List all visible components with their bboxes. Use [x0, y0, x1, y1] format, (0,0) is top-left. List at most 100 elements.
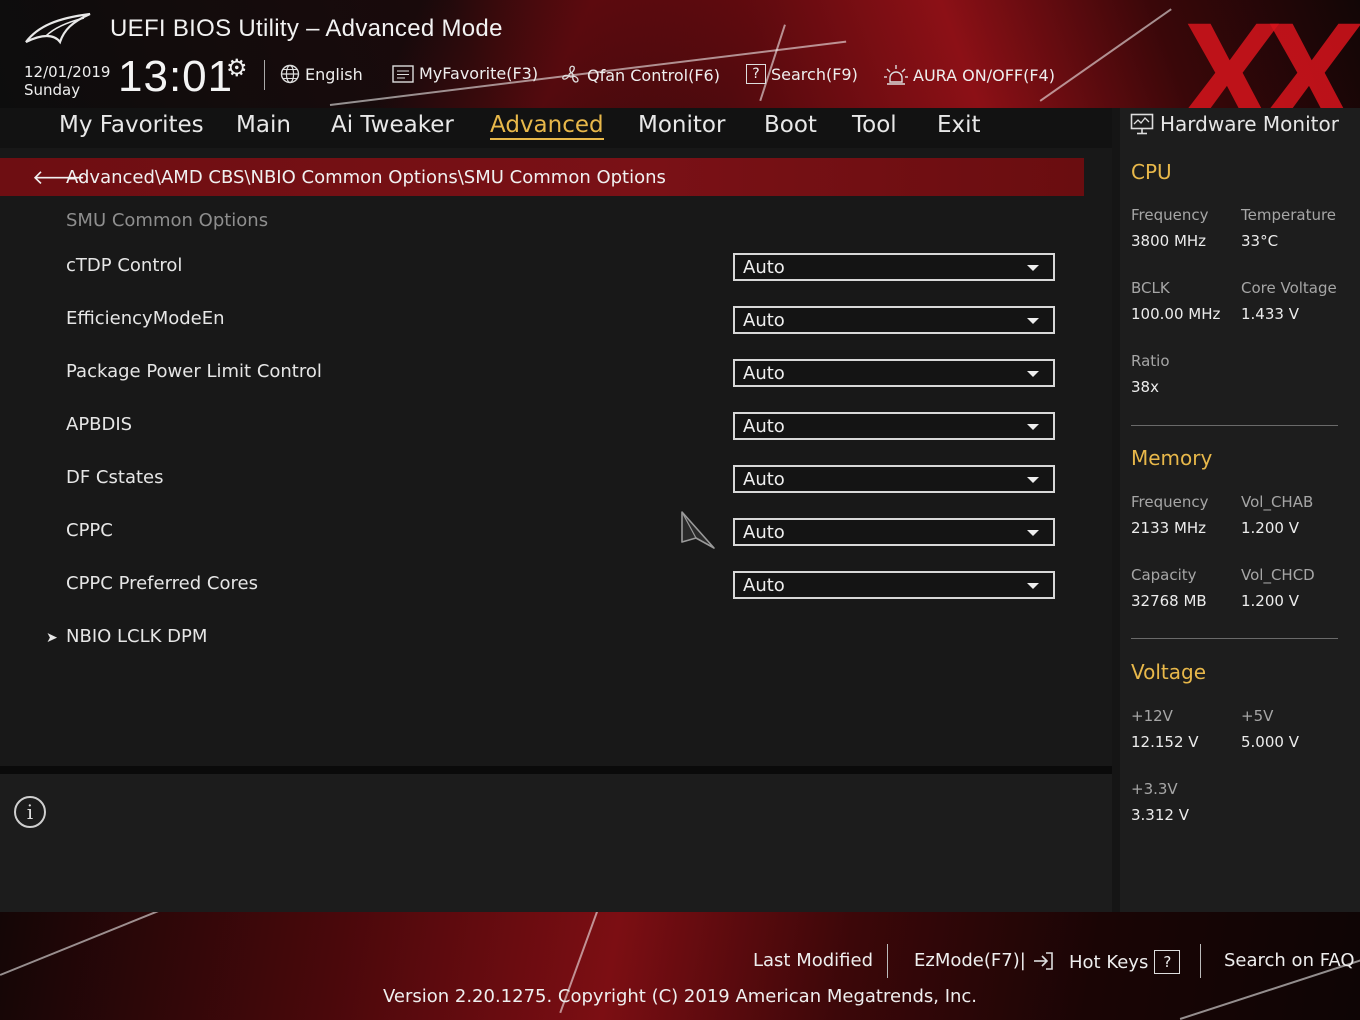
core-voltage-label: Core Voltage — [1241, 279, 1337, 297]
search-on-faq-button[interactable]: Search on FAQ — [1224, 950, 1355, 971]
decor-streak — [759, 24, 786, 101]
search-label: Search(F9) — [771, 64, 858, 84]
monitor-screen-icon — [1130, 113, 1154, 135]
aura-label: AURA ON/OFF(F4) — [913, 65, 1055, 85]
v12-value: 12.152 V — [1131, 733, 1199, 751]
section-title: SMU Common Options — [66, 210, 269, 231]
ratio-value: 38x — [1131, 378, 1159, 396]
setting-label-apbdis: APBDIS — [66, 414, 133, 435]
setting-label-package-power-limit: Package Power Limit Control — [66, 361, 322, 382]
cpu-temperature-label: Temperature — [1241, 206, 1337, 224]
cpu-temperature-value: 33°C — [1241, 232, 1279, 250]
dropdown-caret-icon — [1027, 583, 1039, 589]
vol-chcd-label: Vol_CHCD — [1241, 566, 1315, 584]
cpu-frequency-value: 3800 MHz — [1131, 232, 1207, 250]
back-arrow-icon[interactable]: 🡐 — [32, 165, 86, 189]
cppc-preferred-cores-dropdown[interactable]: Auto — [733, 571, 1055, 599]
dropdown-value: Auto — [743, 574, 785, 596]
fan-icon — [562, 65, 579, 83]
tab-my-favorites[interactable]: My Favorites — [59, 112, 204, 138]
tab-boot[interactable]: Boot — [764, 112, 817, 138]
bclk-label: BCLK — [1131, 279, 1170, 297]
hot-keys-help-icon: ? — [1154, 950, 1181, 974]
version-copyright: Version 2.20.1275. Copyright (C) 2019 Am… — [382, 986, 978, 1007]
submenu-label: NBIO LCLK DPM — [66, 626, 208, 647]
setting-label-efficiencymodeen: EfficiencyModeEn — [66, 308, 225, 329]
v5-value: 5.000 V — [1241, 733, 1299, 751]
efficiencymodeen-dropdown[interactable]: Auto — [733, 306, 1055, 334]
myfavorite-label: MyFavorite(F3) — [419, 64, 539, 83]
v12-label: +12V — [1131, 707, 1173, 725]
breadcrumb: 🡐 Advanced\AMD CBS\NBIO Common Options\S… — [0, 158, 1084, 196]
setting-label-cppc: CPPC — [66, 520, 113, 541]
tab-main[interactable]: Main — [236, 112, 291, 138]
breadcrumb-path: Advanced\AMD CBS\NBIO Common Options\SMU… — [66, 166, 666, 188]
dropdown-caret-icon — [1027, 424, 1039, 430]
dropdown-value: Auto — [743, 521, 785, 543]
hw-divider — [1131, 425, 1338, 426]
dropdown-value: Auto — [743, 468, 785, 490]
memory-frequency-label: Frequency — [1131, 493, 1209, 511]
cppc-dropdown[interactable]: Auto — [733, 518, 1055, 546]
search-help-icon: ? — [746, 64, 766, 84]
weekday-text: Sunday — [24, 81, 81, 99]
memory-frequency-value: 2133 MHz — [1131, 519, 1207, 537]
dropdown-caret-icon — [1027, 265, 1039, 271]
dropdown-caret-icon — [1027, 477, 1039, 483]
tab-advanced[interactable]: Advanced — [490, 112, 604, 140]
dropdown-caret-icon — [1027, 318, 1039, 324]
hw-monitor-title: Hardware Monitor — [1160, 112, 1339, 136]
ctdp-control-dropdown[interactable]: Auto — [733, 253, 1055, 281]
info-icon: i — [14, 796, 46, 828]
core-voltage-value: 1.433 V — [1241, 305, 1299, 323]
aura-toggle-button[interactable]: AURA ON/OFF(F4) — [884, 64, 1055, 86]
tab-exit[interactable]: Exit — [937, 112, 981, 138]
hot-keys-label: Hot Keys — [1069, 951, 1149, 973]
hot-keys-button[interactable]: Hot Keys ? — [1069, 950, 1181, 974]
footer-separator — [887, 944, 888, 978]
decor-streak — [0, 912, 279, 976]
cpu-heading: CPU — [1131, 160, 1172, 184]
ezmode-label: EzMode(F7)| — [914, 950, 1026, 971]
hardware-monitor-panel: Hardware Monitor CPU Frequency Temperatu… — [1120, 108, 1360, 912]
panel-divider — [0, 766, 1112, 774]
ezmode-button[interactable]: EzMode(F7)| — [914, 950, 1054, 971]
date-text: 12/01/2019 — [24, 63, 111, 81]
dropdown-value: Auto — [743, 415, 785, 437]
vol-chab-label: Vol_CHAB — [1241, 493, 1314, 511]
cpu-frequency-label: Frequency — [1131, 206, 1209, 224]
hw-monitor-header: Hardware Monitor — [1130, 112, 1339, 136]
date-display: 12/01/2019 Sunday — [24, 63, 110, 99]
v33-value: 3.312 V — [1131, 806, 1189, 824]
ratio-label: Ratio — [1131, 352, 1170, 370]
qfan-label: Qfan Control(F6) — [587, 65, 720, 85]
settings-panel: 🡐 Advanced\AMD CBS\NBIO Common Options\S… — [0, 148, 1112, 766]
vol-chab-value: 1.200 V — [1241, 519, 1299, 537]
package-power-limit-dropdown[interactable]: Auto — [733, 359, 1055, 387]
language-button[interactable]: English — [280, 64, 363, 84]
setting-label-ctdp-control: cTDP Control — [66, 255, 183, 276]
tab-tool[interactable]: Tool — [852, 112, 897, 138]
myfavorite-button[interactable]: MyFavorite(F3) — [392, 64, 538, 83]
qfan-control-button[interactable]: Qfan Control(F6) — [560, 64, 720, 86]
chevron-right-icon: ➤ — [46, 630, 58, 646]
aura-light-icon — [884, 65, 908, 85]
submenu-nbio-lclk-dpm[interactable]: ➤ NBIO LCLK DPM — [46, 626, 207, 647]
clock-display: 13:01 — [118, 52, 234, 101]
exit-arrow-icon — [1033, 951, 1053, 970]
mouse-cursor-icon — [681, 511, 715, 549]
dropdown-value: Auto — [743, 256, 785, 278]
settings-gear-icon[interactable]: ⚙ — [226, 54, 248, 82]
search-button[interactable]: ? Search(F9) — [746, 64, 858, 84]
globe-icon — [280, 64, 300, 84]
language-label: English — [305, 64, 363, 84]
last-modified-button[interactable]: Last Modified — [753, 950, 873, 971]
apbdis-dropdown[interactable]: Auto — [733, 412, 1055, 440]
capacity-label: Capacity — [1131, 566, 1197, 584]
main-nav: My Favorites Main Ai Tweaker Advanced Mo… — [0, 108, 1112, 148]
tab-monitor[interactable]: Monitor — [638, 112, 725, 138]
decor-streak — [1039, 8, 1172, 102]
setting-label-df-cstates: DF Cstates — [66, 467, 164, 488]
df-cstates-dropdown[interactable]: Auto — [733, 465, 1055, 493]
tab-ai-tweaker[interactable]: Ai Tweaker — [331, 112, 454, 138]
